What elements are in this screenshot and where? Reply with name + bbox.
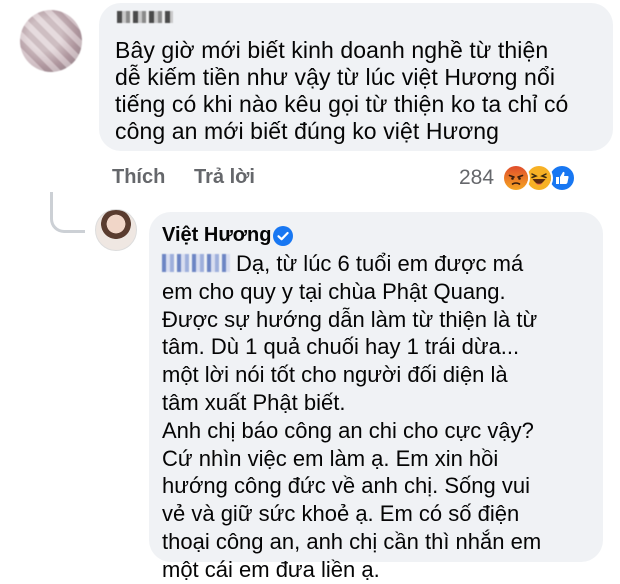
- thread-connector: [50, 192, 85, 233]
- reply-action[interactable]: Trả lời: [194, 166, 255, 192]
- comment-text: Bây giờ mới biết kinh doanh nghề từ thiệ…: [115, 37, 569, 144]
- reply-text-body: Dạ, từ lúc 6 tuổi em được má em cho quy …: [162, 251, 542, 582]
- reaction-count[interactable]: 284: [459, 166, 494, 190]
- reply-author-avatar[interactable]: [95, 209, 137, 251]
- angry-icon[interactable]: [502, 164, 530, 192]
- like-action[interactable]: Thích: [112, 166, 165, 192]
- verified-badge-icon: [273, 226, 293, 246]
- commenter-avatar[interactable]: [20, 10, 82, 72]
- commenter-name-blurred[interactable]: [117, 11, 173, 23]
- reply-text: Dạ, từ lúc 6 tuổi em được má em cho quy …: [162, 250, 592, 584]
- reply-author-name[interactable]: Việt Hương: [162, 224, 271, 247]
